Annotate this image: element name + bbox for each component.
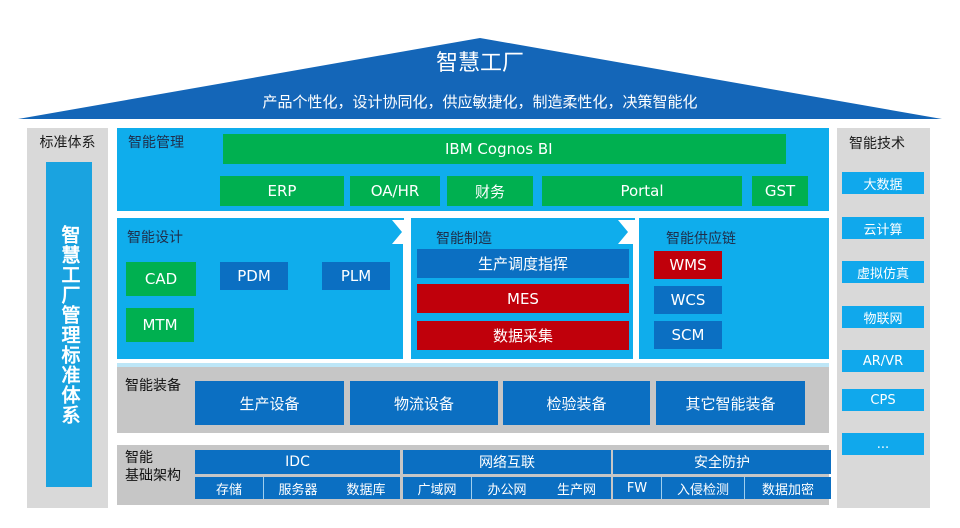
manufacturing-label: 智能制造 [436, 231, 492, 247]
tech-iot[interactable]: 物联网 [842, 306, 924, 328]
design-mtm[interactable]: MTM [126, 308, 194, 342]
infra-office-network[interactable]: 办公网 [472, 477, 542, 499]
design-pdm[interactable]: PDM [220, 262, 288, 290]
mgmt-portal[interactable]: Portal [542, 176, 742, 206]
infra-firewall[interactable]: FW [613, 477, 661, 499]
infra-wan[interactable]: 广域网 [403, 477, 471, 499]
standards-vertical-bar: 智慧工厂管理标准体系 [46, 162, 92, 487]
tech-big-data[interactable]: 大数据 [842, 172, 924, 194]
technologies-title: 智能技术 [849, 136, 905, 152]
infra-server[interactable]: 服务器 [264, 477, 332, 499]
equip-logistics[interactable]: 物流设备 [350, 381, 498, 425]
mgmt-erp[interactable]: ERP [220, 176, 344, 206]
sc-wms[interactable]: WMS [654, 251, 722, 279]
mfg-mes[interactable]: MES [417, 284, 629, 313]
equip-inspection[interactable]: 检验装备 [503, 381, 650, 425]
equip-production[interactable]: 生产设备 [195, 381, 344, 425]
mgmt-ibm-cognos-bi[interactable]: IBM Cognos BI [223, 134, 786, 164]
infra-storage[interactable]: 存储 [195, 477, 263, 499]
mgmt-finance[interactable]: 财务 [447, 176, 533, 206]
tech-virtual-simulation[interactable]: 虚拟仿真 [842, 261, 924, 283]
infra-production-network[interactable]: 生产网 [542, 477, 611, 499]
design-label: 智能设计 [127, 230, 183, 246]
mfg-data-collection[interactable]: 数据采集 [417, 321, 629, 350]
sc-scm[interactable]: SCM [654, 321, 722, 349]
roof-subtitle: 产品个性化，设计协同化，供应敏捷化，制造柔性化，决策智能化 [262, 92, 698, 111]
standards-title: 标准体系 [39, 135, 96, 151]
tech-more[interactable]: ... [842, 433, 924, 455]
mgmt-oa-hr[interactable]: OA/HR [350, 176, 440, 206]
supply-chain-label: 智能供应链 [666, 231, 736, 247]
sc-wcs[interactable]: WCS [654, 286, 722, 314]
infra-security[interactable]: 安全防护 [613, 450, 831, 474]
tech-cps[interactable]: CPS [842, 389, 924, 411]
tech-ar-vr[interactable]: AR/VR [842, 350, 924, 372]
infra-database[interactable]: 数据库 [332, 477, 400, 499]
section-separator [117, 363, 829, 367]
infrastructure-label-line1: 智能 [125, 450, 153, 466]
mfg-production-scheduling[interactable]: 生产调度指挥 [417, 249, 629, 278]
infra-idc[interactable]: IDC [195, 450, 400, 474]
management-label: 智能管理 [128, 135, 184, 151]
infrastructure-label-line2: 基础架构 [125, 468, 181, 484]
infra-network[interactable]: 网络互联 [403, 450, 611, 474]
roof-title: 智慧工厂 [435, 51, 524, 76]
tech-cloud-computing[interactable]: 云计算 [842, 217, 924, 239]
design-cad[interactable]: CAD [126, 262, 196, 296]
infra-data-encryption[interactable]: 数据加密 [745, 477, 831, 499]
infra-intrusion-detection[interactable]: 入侵检测 [662, 477, 744, 499]
design-plm[interactable]: PLM [322, 262, 390, 290]
equip-other[interactable]: 其它智能装备 [656, 381, 805, 425]
equipment-label: 智能装备 [125, 378, 181, 394]
section-divider [403, 238, 409, 360]
mgmt-gst[interactable]: GST [752, 176, 808, 206]
